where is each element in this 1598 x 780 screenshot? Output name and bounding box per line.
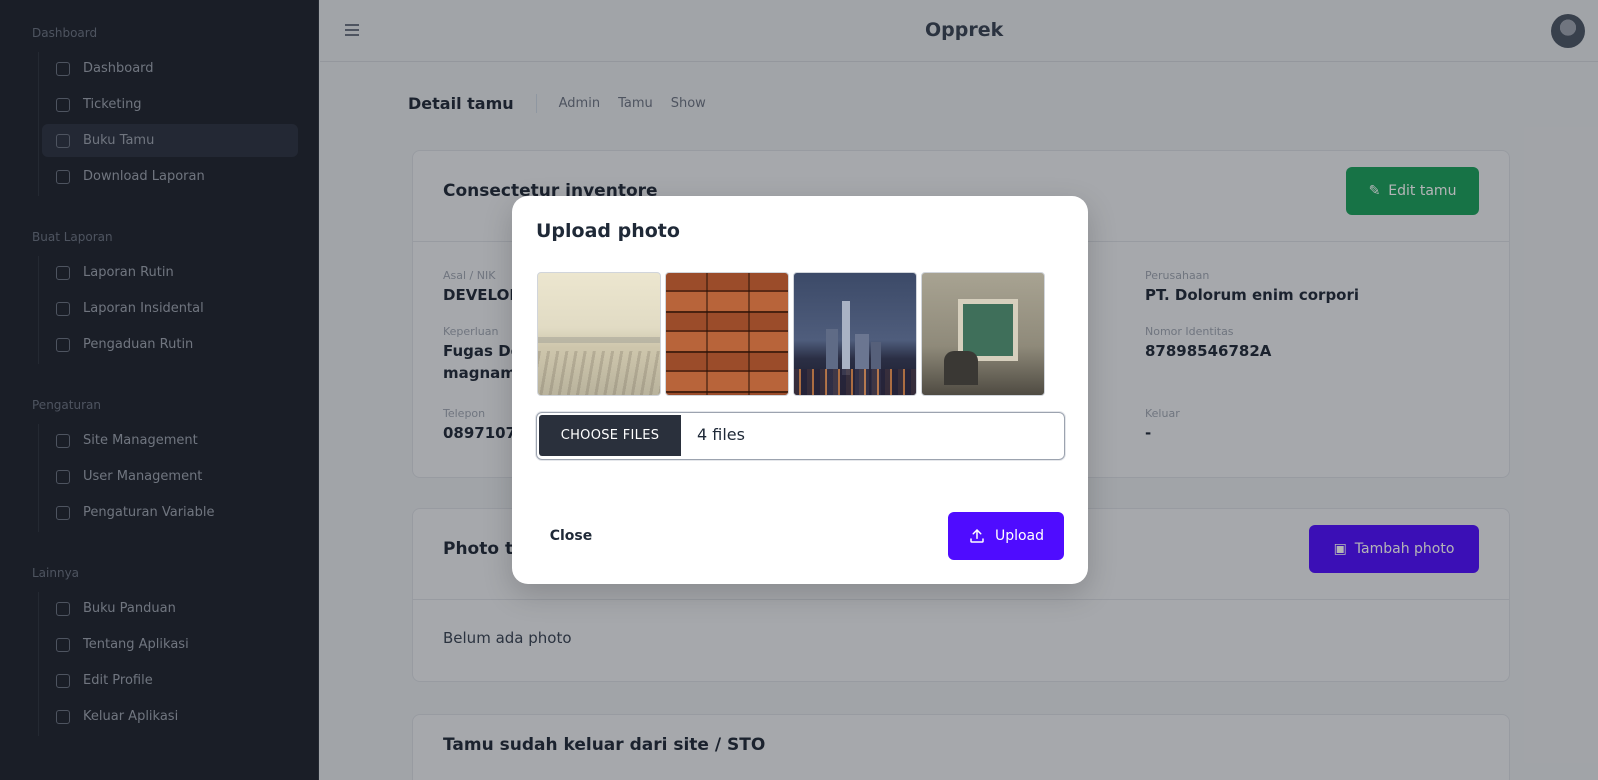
file-input[interactable]: CHOOSE FILES 4 files	[536, 412, 1065, 460]
close-button[interactable]: Close	[536, 516, 606, 556]
upload-label: Upload	[994, 528, 1045, 544]
old-building-photo-thumbnail	[921, 272, 1045, 396]
thumbnail-strip	[537, 272, 1045, 396]
upload-icon	[970, 529, 984, 543]
wood-planks-photo-thumbnail	[665, 272, 789, 396]
choose-files-button[interactable]: CHOOSE FILES	[539, 415, 681, 456]
upload-button[interactable]: Upload	[948, 512, 1064, 560]
file-count: 4 files	[697, 425, 745, 444]
city-night-photo-thumbnail	[793, 272, 917, 396]
upload-photo-modal: Upload photo CHOOSE FILES 4 files Close …	[512, 196, 1088, 584]
beach-photo-thumbnail	[537, 272, 661, 396]
modal-title: Upload photo	[536, 220, 680, 242]
